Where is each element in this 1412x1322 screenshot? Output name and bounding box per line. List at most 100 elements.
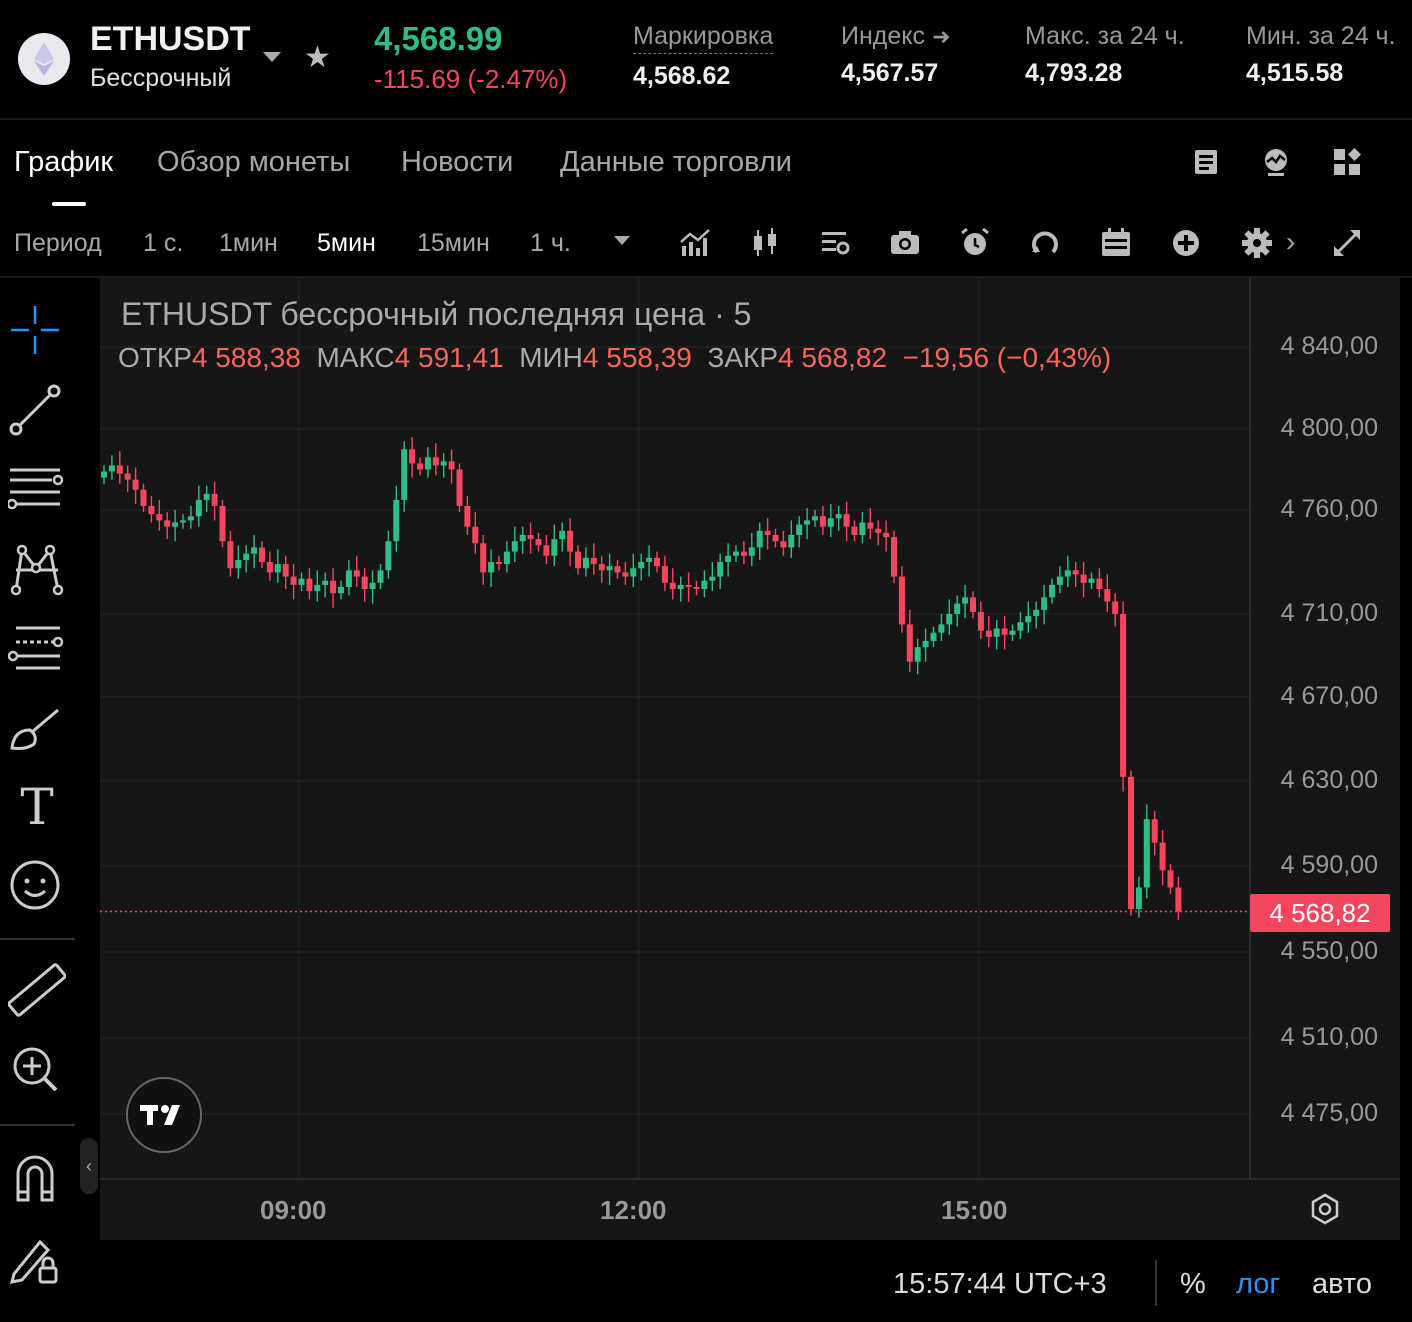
candle-body [361, 576, 368, 590]
candle-body [582, 557, 589, 569]
layout-grid-icon[interactable] [1331, 146, 1363, 178]
candle-type-icon[interactable] [748, 226, 782, 260]
candle-body [527, 534, 534, 540]
candle-body [709, 576, 716, 581]
price-chart[interactable]: ETHUSDT бессрочный последняя цена · 5 ОТ… [100, 278, 1400, 1240]
add-icon[interactable] [1169, 226, 1203, 260]
magnet-icon[interactable] [8, 1150, 66, 1208]
fibonacci-icon[interactable] [7, 620, 66, 678]
candle-body [883, 532, 890, 538]
utc-clock[interactable]: 15:57:44 UTC+3 [893, 1268, 1107, 1301]
candle-body [448, 461, 455, 470]
stat-mark-price[interactable]: Маркировка 4,568.62 [633, 22, 774, 91]
interval-1m[interactable]: 1мин [219, 229, 278, 258]
interval-dropdown-icon[interactable] [614, 236, 630, 245]
candle-body [606, 566, 613, 571]
interval-1s[interactable]: 1 с. [143, 229, 183, 258]
calendar-icon[interactable] [1099, 226, 1133, 260]
log-scale-toggle[interactable]: лог [1236, 1268, 1280, 1301]
candle-body [922, 640, 929, 648]
arrow-right-icon: ➜ [931, 24, 951, 49]
candle-body [630, 568, 637, 577]
candle-body [772, 534, 779, 542]
candle-body [124, 473, 131, 480]
candle-body [187, 516, 194, 521]
candle-body [274, 564, 281, 573]
candle-body [1112, 601, 1119, 614]
candle-body [1080, 574, 1087, 583]
candle-body [1017, 622, 1024, 631]
interval-5m[interactable]: 5мин [317, 229, 376, 258]
candle-body [353, 570, 360, 577]
trend-line-icon[interactable] [8, 382, 66, 440]
candle-body [559, 530, 566, 540]
candle-body [227, 541, 234, 569]
ruler-icon[interactable] [7, 962, 67, 1020]
camera-icon[interactable] [888, 226, 922, 260]
fullscreen-icon[interactable] [1330, 226, 1364, 260]
chart-settings-list-icon[interactable] [818, 226, 852, 260]
candle-body [1175, 887, 1182, 912]
candle-body [1128, 776, 1134, 909]
orderbook-icon[interactable] [1190, 146, 1222, 178]
candle-body [266, 562, 273, 573]
text-tool-icon[interactable]: T [8, 778, 66, 836]
axis-settings-icon[interactable] [1308, 1192, 1342, 1226]
candle-body [1033, 609, 1040, 617]
tab-coin-overview[interactable]: Обзор монеты [157, 146, 350, 179]
candle-body [330, 580, 337, 594]
candle-body [480, 543, 487, 573]
lock-drawings-icon[interactable] [8, 1230, 66, 1288]
x-tick: 12:00 [600, 1195, 667, 1225]
candle-body [740, 551, 747, 556]
symbol-dropdown-caret-icon[interactable] [263, 52, 281, 62]
percent-scale-toggle[interactable]: % [1180, 1268, 1206, 1301]
crosshair-icon[interactable] [8, 302, 66, 360]
candle-body [322, 580, 329, 585]
brush-icon[interactable] [8, 700, 66, 758]
candle-body [1104, 589, 1111, 602]
depth-chart-icon[interactable] [1260, 146, 1292, 178]
emoji-icon[interactable] [8, 856, 66, 914]
candle-body [259, 547, 265, 562]
candle-body [235, 559, 242, 569]
candle-body [622, 572, 629, 577]
candle-body [180, 520, 186, 523]
favorite-star-icon[interactable]: ★ [304, 40, 331, 75]
candle-body [156, 514, 163, 521]
tradingview-logo-icon[interactable] [126, 1077, 202, 1153]
candle-body [1088, 578, 1095, 583]
alarm-clock-icon[interactable] [958, 226, 992, 260]
collapse-sidebar-chevron-icon[interactable]: ‹ [80, 1138, 98, 1194]
tab-chart[interactable]: График [14, 146, 113, 179]
tab-news[interactable]: Новости [401, 146, 513, 179]
symbol-name[interactable]: ETHUSDT [90, 20, 251, 59]
candle-body [780, 541, 787, 548]
candle-body [456, 469, 463, 506]
candle-body [417, 463, 423, 470]
candle-body [1041, 597, 1048, 610]
candle-body [725, 555, 732, 562]
candle-body [590, 557, 597, 565]
candle-body [488, 562, 495, 573]
candle-body [1049, 584, 1055, 598]
pattern-tool-icon[interactable] [8, 540, 66, 598]
replay-icon[interactable] [1028, 226, 1062, 260]
horizontal-lines-icon[interactable] [6, 462, 66, 520]
candle-body [314, 584, 321, 592]
chevron-right-icon[interactable]: › [1286, 226, 1295, 258]
candle-body [369, 582, 376, 590]
stat-index-price[interactable]: Индекс ➜ 4,567.57 [841, 22, 950, 88]
candle-body [101, 471, 107, 478]
candle-body [472, 526, 479, 544]
auto-scale-toggle[interactable]: авто [1312, 1268, 1372, 1301]
candle-body [985, 630, 992, 637]
gear-icon[interactable] [1240, 226, 1274, 260]
tab-trading-data[interactable]: Данные торговли [560, 146, 792, 179]
interval-15m[interactable]: 15мин [417, 229, 490, 258]
interval-1h[interactable]: 1 ч. [530, 229, 571, 258]
candle-body [717, 562, 724, 577]
indicators-icon[interactable] [678, 226, 712, 260]
candle-body [1096, 578, 1103, 590]
zoom-in-icon[interactable] [8, 1042, 66, 1100]
